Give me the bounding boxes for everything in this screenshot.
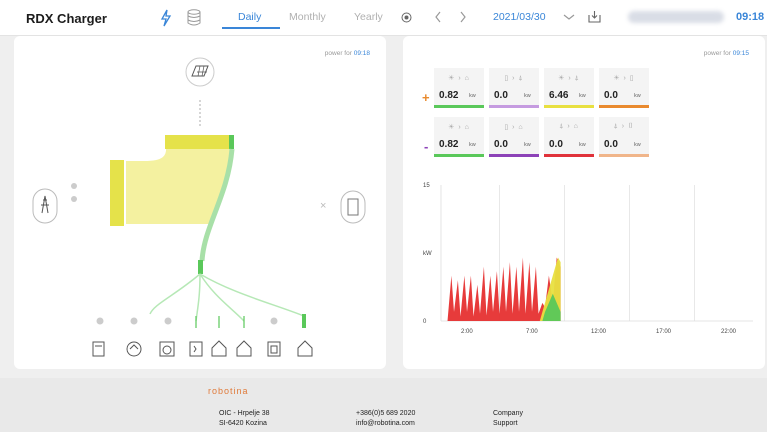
balance-cell-solar-in: ☀ › ⍋ 6.46 kw [544, 68, 594, 108]
energy-flow-diagram: × [32, 57, 366, 357]
negative-sign: - [424, 139, 429, 154]
house-icon[interactable] [297, 340, 313, 357]
chevron-right-icon[interactable] [459, 11, 467, 23]
solar-green-segment [229, 135, 234, 149]
tab-yearly[interactable]: Yearly [354, 11, 383, 23]
flow-icons: ▯ › ⍋ [504, 75, 524, 82]
footer: robotina OIC - Hrpelje 38 SI-6420 Kozina… [0, 378, 767, 432]
company-link[interactable]: Company [493, 409, 523, 419]
x-tick-label: 17:00 [656, 329, 672, 335]
close-icon: × [320, 200, 326, 212]
flow-icons: ☀ › ⌂ [448, 124, 470, 131]
battery-icon[interactable] [340, 190, 366, 224]
grid-export-bar [110, 160, 124, 226]
flow-icons: ☀ › ⌂ [448, 75, 470, 82]
balance-cell-grid-home: ⍋ › ⌂ 0.0 kw [544, 117, 594, 157]
x-tick-label: 7:00 [526, 329, 538, 335]
chevron-left-icon[interactable] [434, 11, 442, 23]
robotina-logo: robotina [208, 386, 249, 396]
footer-links: Company Support [493, 409, 523, 429]
charger-icon[interactable] [189, 341, 203, 357]
energy-flow-panel: power for 09:18 × [14, 36, 386, 369]
balance-cell-battery-in: ▯ › ⍋ 0.0 kw [489, 68, 539, 108]
appliance-icon[interactable] [92, 341, 105, 357]
balance-cell-solar-home: ☀ › ⌂ 0.82 kw [434, 117, 484, 157]
house-icon[interactable] [211, 340, 227, 357]
target-icon[interactable] [401, 12, 412, 23]
y-tick-label: kW [423, 251, 432, 257]
flow-icons: ▯ › ⌂ [504, 124, 524, 131]
battery-storage-icon[interactable] [267, 341, 281, 357]
solar-bar [165, 135, 231, 149]
x-tick-label: 12:00 [591, 329, 607, 335]
power-for-label: power for 09:15 [703, 50, 749, 57]
tab-monthly[interactable]: Monthly [289, 11, 326, 23]
lightning-icon[interactable] [160, 9, 172, 27]
x-tick-label: 22:00 [721, 329, 737, 335]
database-icon[interactable] [187, 9, 201, 27]
power-chart: 15 kW 0 2:00 7:00 12:00 17:00 22:00 [423, 183, 753, 335]
washer-icon[interactable] [159, 341, 175, 357]
house-icon[interactable] [236, 340, 252, 357]
download-icon[interactable] [588, 10, 601, 23]
user-name-blurred [628, 11, 724, 23]
consumer-dot [130, 317, 138, 325]
footer-contact: +386(0)5 689 2020 info@robotina.com [356, 409, 415, 429]
chevron-down-icon[interactable] [563, 14, 575, 21]
flow-icons: ☀ › ▯ [613, 75, 635, 82]
support-link[interactable]: Support [493, 419, 523, 429]
y-tick-label: 15 [423, 183, 430, 189]
balance-cell-battery-home: ▯ › ⌂ 0.0 kw [489, 117, 539, 157]
flow-icons: ☀ › ⍋ [558, 75, 580, 82]
consumer-dot [270, 317, 278, 325]
consumer-branches [149, 273, 305, 322]
tab-daily[interactable]: Daily [238, 11, 261, 23]
email-link[interactable]: info@robotina.com [356, 419, 415, 429]
app-title: RDX Charger [26, 11, 107, 26]
balance-cell-grid-battery: ⍋ › ▯ 0.0 kw [599, 117, 649, 157]
solar-panel-icon[interactable] [185, 57, 215, 87]
status-dot [71, 183, 77, 189]
grid-tower-icon[interactable] [32, 188, 58, 224]
status-dot [71, 196, 77, 202]
y-tick-label: 0 [423, 319, 427, 325]
footer-address: OIC - Hrpelje 38 SI-6420 Kozina [219, 410, 270, 427]
consumer-marker-active [302, 314, 306, 328]
x-tick-label: 2:00 [461, 329, 473, 335]
consumer-dot [96, 317, 104, 325]
flow-icons: ⍋ › ▯ [613, 123, 635, 130]
active-tab-underline [222, 27, 280, 29]
flow-icons: ⍋ › ⌂ [559, 123, 579, 130]
date-selector[interactable]: 2021/03/30 [493, 11, 546, 23]
top-bar: RDX Charger Daily Monthly Yearly 2021/03… [0, 0, 767, 36]
balance-cell-solar-battery: ☀ › ▯ 0.0 kw [599, 68, 649, 108]
balance-cell-grid-in: ☀ › ⌂ 0.82 kw [434, 68, 484, 108]
current-time: 09:18 [736, 11, 765, 23]
heat-pump-icon[interactable] [126, 341, 142, 357]
power-balance-panel: power for 09:15 + - ☀ › ⌂ 0.82 kw ▯ › ⍋ … [403, 36, 765, 369]
consumer-dot [164, 317, 172, 325]
phone-link[interactable]: +386(0)5 689 2020 [356, 409, 415, 419]
positive-sign: + [422, 90, 430, 105]
consumption-node [198, 260, 203, 274]
